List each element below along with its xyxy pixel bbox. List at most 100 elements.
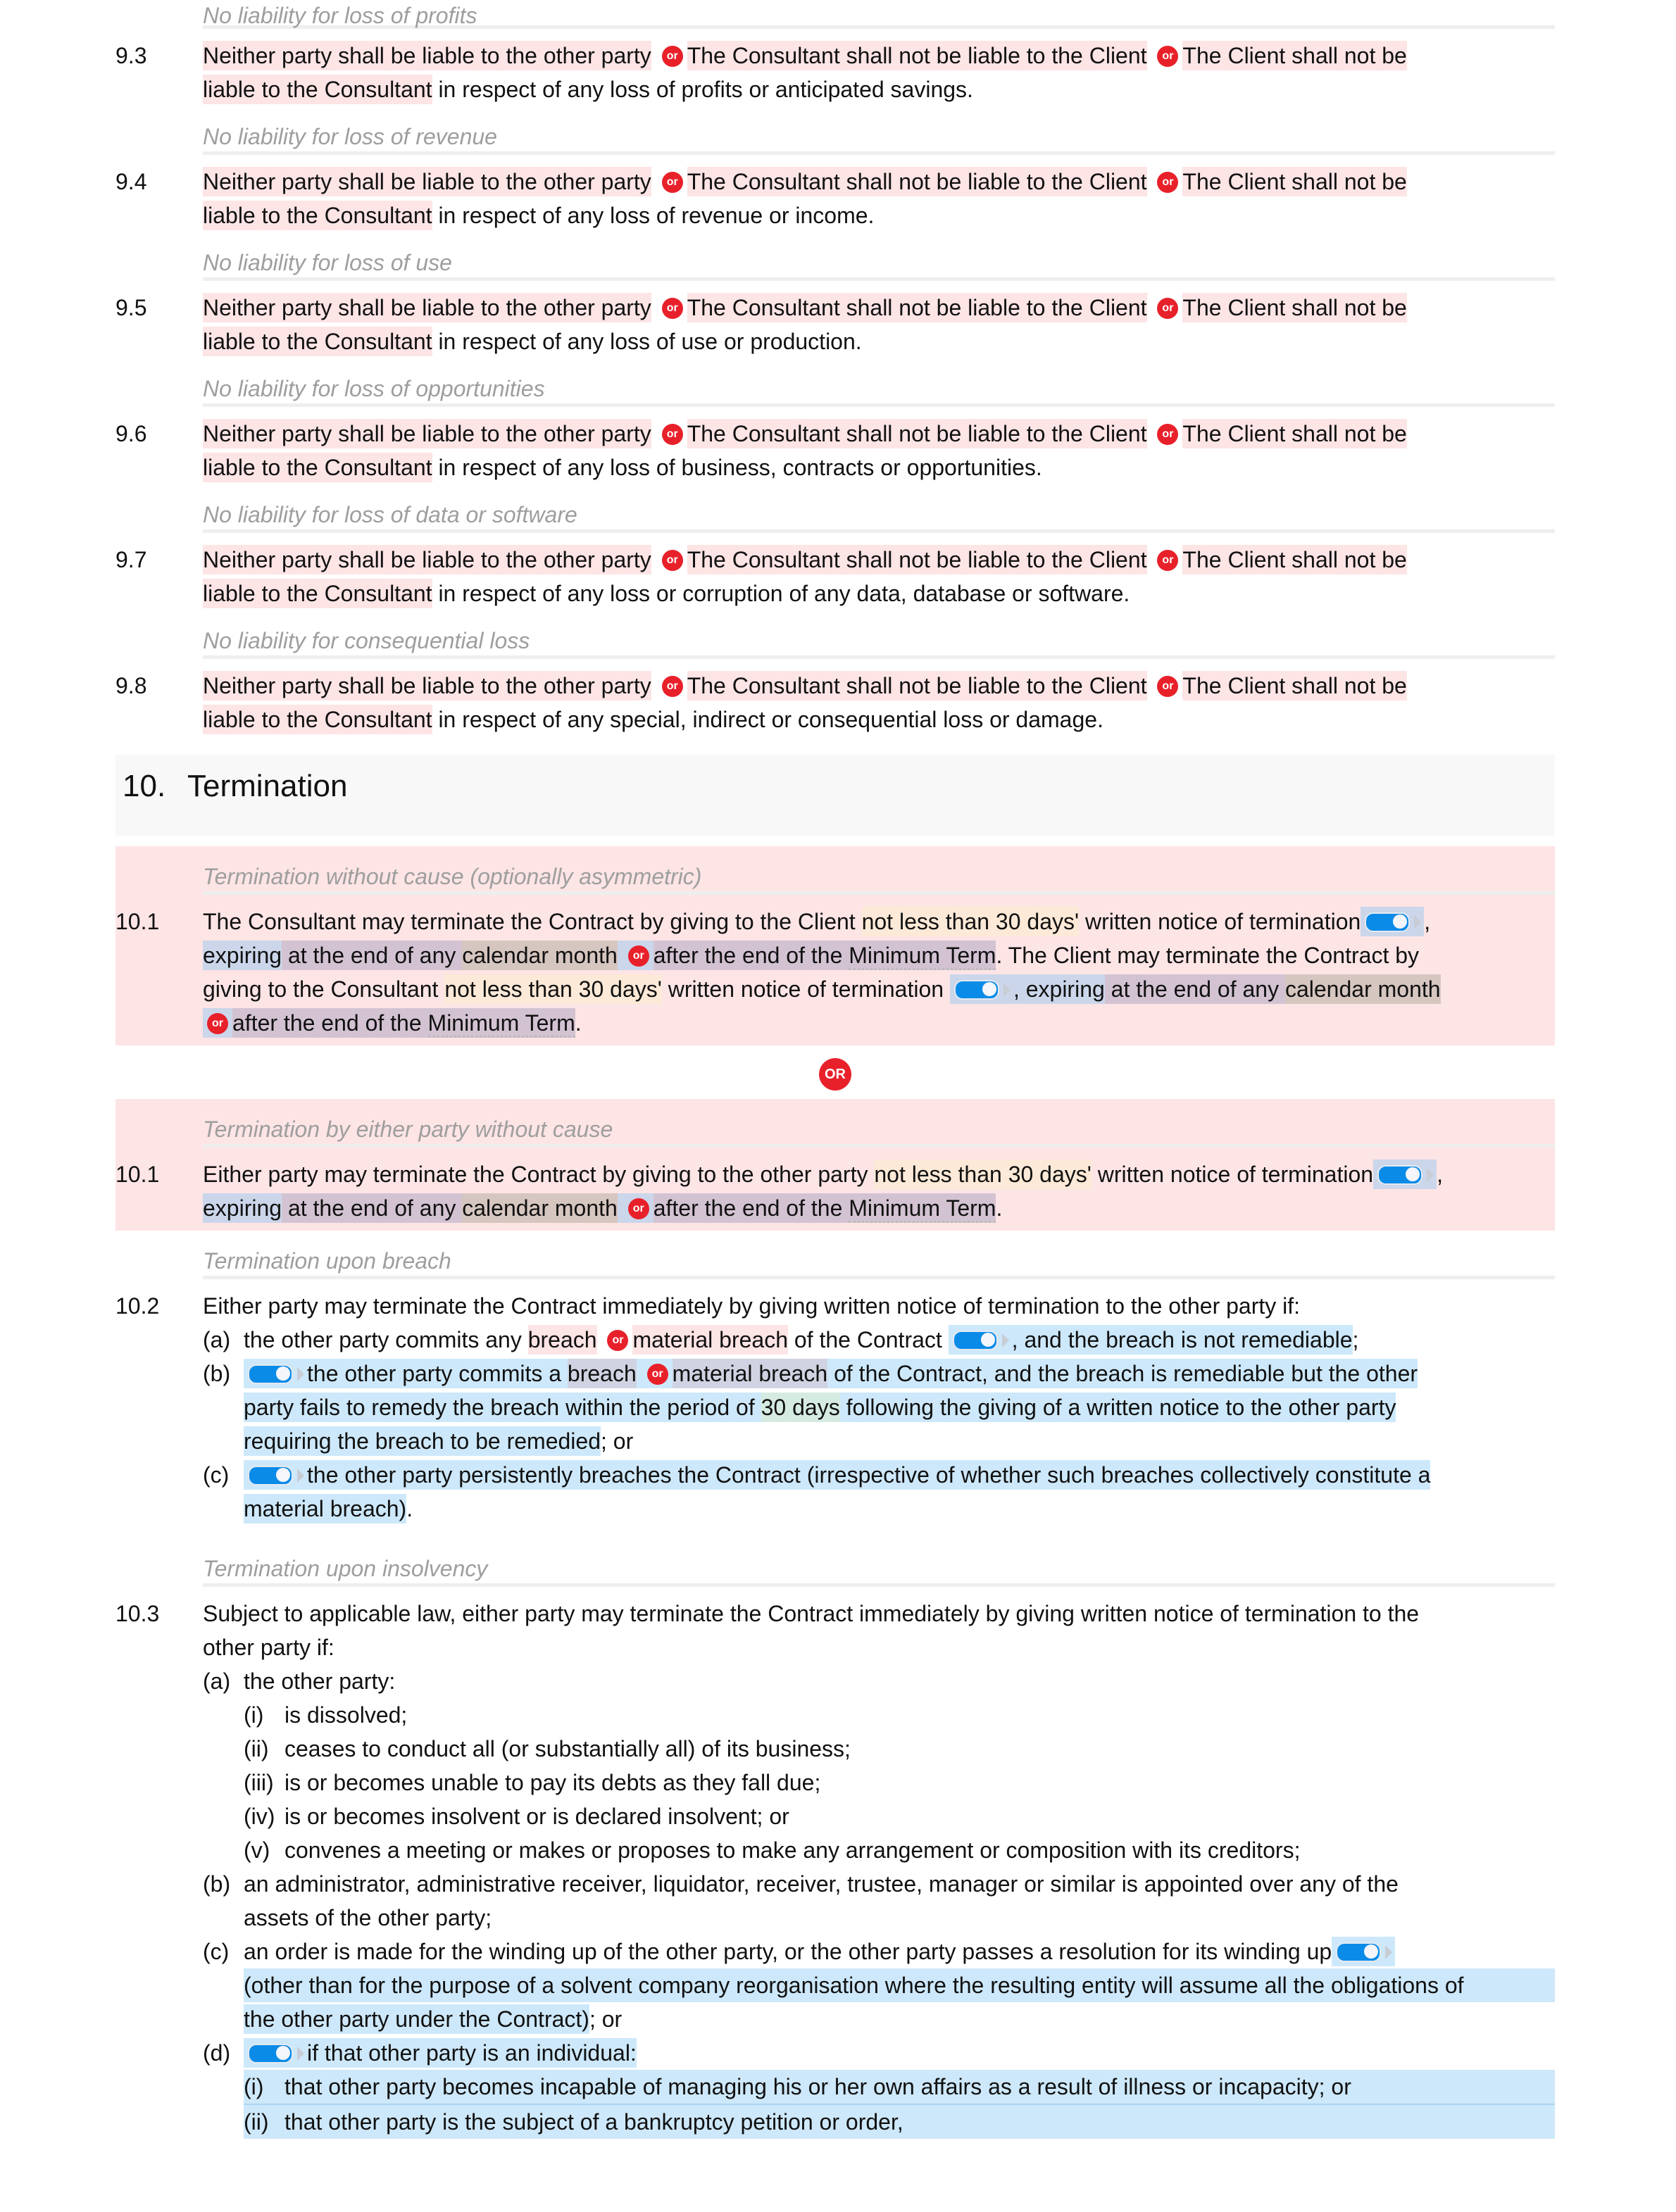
remedy-period-field[interactable]: 30 days: [761, 1393, 840, 1422]
option-text[interactable]: material breach: [632, 1325, 788, 1355]
notice-period-field[interactable]: not less than 30 days': [861, 907, 1080, 936]
clause-text: written notice of termination: [1079, 909, 1361, 934]
option-text[interactable]: The Consultant shall not be liable to th…: [687, 671, 1147, 700]
list-item: (d) if that other party is an individual…: [203, 2036, 1555, 2139]
clause-text: ; or: [600, 1428, 634, 1454]
or-option-icon[interactable]: or: [607, 1329, 629, 1351]
list-item: (ii) ceases to conduct all (or substantia…: [244, 1732, 1555, 1766]
expand-arrow-icon[interactable]: [297, 2046, 304, 2061]
option-text[interactable]: The Client shall not be: [1182, 419, 1407, 448]
toggle-switch[interactable]: [1336, 1942, 1382, 1962]
or-option-icon[interactable]: or: [661, 171, 683, 193]
clause-text: giving to the Consultant: [203, 976, 445, 1002]
clause-text: ;: [1352, 1327, 1359, 1352]
option-text[interactable]: Neither party shall be liable to the oth…: [203, 167, 651, 196]
toggle-switch[interactable]: [952, 1330, 998, 1350]
option-text[interactable]: liable to the Consultant: [203, 453, 432, 482]
option-text[interactable]: liable to the Consultant: [203, 579, 432, 608]
toggle-switch[interactable]: [1377, 1164, 1423, 1185]
option-text[interactable]: The Client shall not be: [1182, 671, 1407, 700]
clause-number: 9.4: [115, 169, 147, 194]
clause-heading: Termination by either party without caus…: [203, 1099, 1555, 1148]
or-option-icon[interactable]: or: [661, 45, 683, 67]
defined-term-link[interactable]: Minimum Term: [849, 943, 996, 970]
option-text[interactable]: liable to the Consultant: [203, 327, 432, 356]
or-option-icon[interactable]: or: [646, 1363, 668, 1385]
list-item: (a) the other party:: [203, 1664, 1555, 1698]
notice-period-field[interactable]: not less than 30 days': [874, 1160, 1092, 1189]
clause-text: Either party may terminate the Contract …: [203, 1162, 875, 1187]
option-text[interactable]: The Client shall not be: [1182, 167, 1407, 196]
defined-term-link[interactable]: Minimum Term: [849, 1195, 996, 1223]
expand-arrow-icon[interactable]: [1385, 1944, 1393, 1959]
or-option-icon[interactable]: or: [661, 297, 683, 319]
clause-number: 10.3: [115, 1601, 160, 1626]
clause-number: 9.7: [115, 547, 147, 572]
clause-text: after the end of the: [653, 943, 849, 968]
calendar-month-field[interactable]: calendar month: [462, 1193, 618, 1223]
option-text[interactable]: liable to the Consultant: [203, 201, 432, 230]
clause-text: of the Contract: [788, 1327, 949, 1352]
clause-text: assets of the other party;: [244, 1905, 492, 1930]
option-text[interactable]: The Consultant shall not be liable to th…: [687, 293, 1147, 322]
or-option-icon[interactable]: or: [207, 1012, 228, 1034]
option-text[interactable]: The Consultant shall not be liable to th…: [687, 41, 1147, 70]
option-text[interactable]: Neither party shall be liable to the oth…: [203, 41, 651, 70]
calendar-month-field[interactable]: calendar month: [1284, 974, 1441, 1004]
or-option-icon[interactable]: or: [1157, 549, 1179, 571]
expand-arrow-icon[interactable]: [1414, 915, 1422, 929]
optional-text: material breach): [244, 1494, 407, 1523]
or-option-icon[interactable]: or: [661, 423, 683, 445]
or-divider: OR: [115, 1045, 1555, 1099]
toggle-switch[interactable]: [248, 2043, 293, 2063]
toggle-switch[interactable]: [248, 1364, 293, 1384]
expand-arrow-icon[interactable]: [297, 1468, 304, 1483]
or-option-icon[interactable]: or: [1157, 297, 1179, 319]
or-option-icon[interactable]: or: [661, 549, 683, 571]
option-text[interactable]: The Consultant shall not be liable to th…: [687, 545, 1147, 574]
or-option-icon[interactable]: or: [627, 1198, 649, 1219]
clause-text: an order is made for the winding up of t…: [244, 1939, 1332, 1964]
option-text[interactable]: The Client shall not be: [1182, 41, 1407, 70]
option-text[interactable]: The Consultant shall not be liable to th…: [687, 167, 1147, 196]
alternative-block-either-party[interactable]: Termination by either party without caus…: [115, 1099, 1555, 1231]
notice-period-field[interactable]: not less than 30 days': [444, 974, 662, 1004]
calendar-month-field[interactable]: calendar month: [462, 941, 618, 970]
toggle-switch[interactable]: [1365, 912, 1411, 932]
or-option-icon[interactable]: or: [1157, 423, 1179, 445]
option-text[interactable]: The Consultant shall not be liable to th…: [687, 419, 1147, 448]
or-option-icon[interactable]: or: [661, 675, 683, 697]
toggle-switch[interactable]: [953, 979, 999, 1000]
option-text[interactable]: liable to the Consultant: [203, 705, 432, 734]
expand-arrow-icon[interactable]: [1003, 982, 1011, 997]
sub-list: (i) is dissolved; (ii) ceases to conduct al…: [203, 1698, 1555, 1867]
defined-term-link[interactable]: Minimum Term: [427, 1010, 575, 1038]
expand-arrow-icon[interactable]: [297, 1366, 304, 1381]
option-text[interactable]: breach: [567, 1359, 637, 1388]
option-text[interactable]: Neither party shall be liable to the oth…: [203, 293, 651, 322]
expand-arrow-icon[interactable]: [1001, 1333, 1009, 1347]
option-text[interactable]: breach: [527, 1325, 597, 1355]
toggle-switch[interactable]: [248, 1465, 293, 1485]
option-text[interactable]: Neither party shall be liable to the oth…: [203, 671, 651, 700]
or-option-icon[interactable]: or: [627, 945, 649, 967]
liability-clause: 9.5 Neither party shall be liable to the …: [115, 291, 1555, 358]
option-text[interactable]: Neither party shall be liable to the oth…: [203, 419, 651, 448]
or-option-icon[interactable]: or: [1157, 171, 1179, 193]
option-text[interactable]: The Client shall not be: [1182, 545, 1407, 574]
option-text[interactable]: liable to the Consultant: [203, 75, 432, 104]
clause-text: convenes a meeting or makes or proposes …: [284, 1837, 1301, 1863]
clause-heading: Termination upon breach: [203, 1231, 1555, 1279]
option-text[interactable]: material breach: [672, 1359, 828, 1388]
clause-number: 10.2: [115, 1293, 160, 1319]
option-text[interactable]: The Client shall not be: [1182, 293, 1407, 322]
option-text[interactable]: Neither party shall be liable to the oth…: [203, 545, 651, 574]
optional-text: that other party is the subject of a ban…: [284, 2109, 903, 2135]
or-alternative-badge[interactable]: OR: [819, 1058, 851, 1091]
alternative-block-asymmetric[interactable]: Termination without cause (optionally as…: [115, 846, 1555, 1045]
expand-arrow-icon[interactable]: [1427, 1167, 1434, 1182]
or-option-icon[interactable]: or: [1157, 675, 1179, 697]
clause-heading: Termination upon insolvency: [203, 1538, 1555, 1587]
or-option-icon[interactable]: or: [1157, 45, 1179, 67]
clause-text: expiring: [203, 941, 282, 970]
